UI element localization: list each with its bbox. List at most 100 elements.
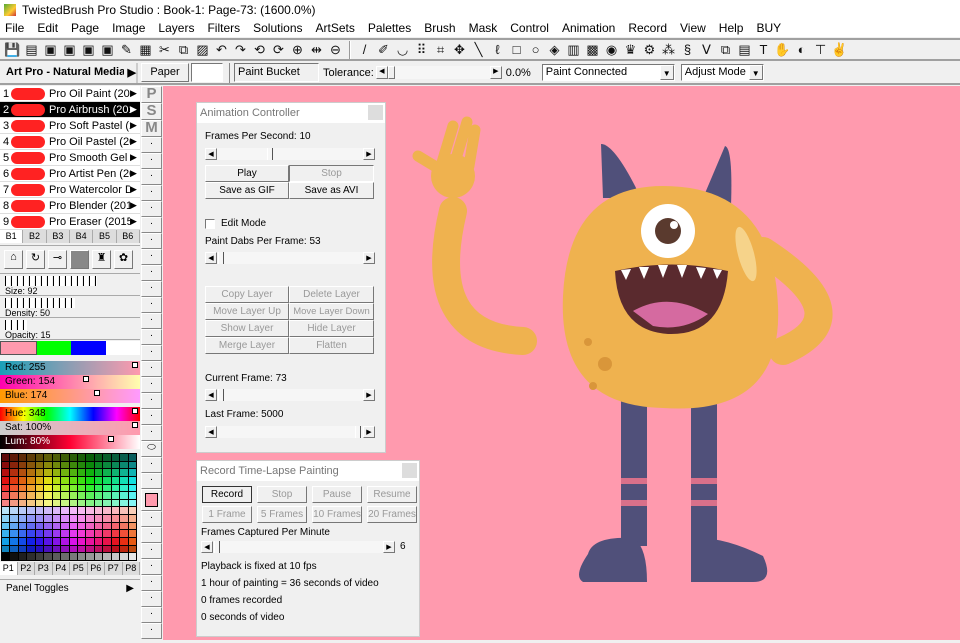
palette-swatch[interactable]	[52, 454, 61, 461]
slider-handle[interactable]	[132, 408, 138, 414]
palette-swatch[interactable]	[77, 461, 86, 469]
palette-swatch[interactable]	[77, 476, 86, 484]
palette-swatch[interactable]	[120, 507, 128, 515]
palette-swatch[interactable]	[2, 538, 10, 545]
green-slider[interactable]: Green: 154	[0, 375, 140, 389]
scatter-icon[interactable]: ⁂	[659, 41, 678, 59]
palette-swatch[interactable]	[18, 553, 27, 560]
resume-button[interactable]: Resume	[367, 486, 417, 503]
palette-swatch[interactable]	[77, 454, 86, 461]
flatten-button[interactable]: Flatten	[289, 337, 374, 354]
twenty-frames-button[interactable]: 20 Frames	[367, 506, 417, 523]
shape-icon[interactable]: ⌂	[4, 250, 23, 269]
palette-swatch[interactable]	[44, 515, 52, 522]
palette-swatch[interactable]	[103, 492, 111, 499]
palette-swatch[interactable]	[120, 553, 128, 560]
palette-swatch[interactable]	[111, 484, 120, 492]
palette-swatch[interactable]	[61, 553, 69, 560]
palette-swatch[interactable]	[18, 469, 27, 476]
tab-p6[interactable]: P6	[88, 562, 105, 575]
close-button[interactable]	[368, 105, 383, 120]
tab-b1[interactable]: B1	[0, 230, 24, 243]
palette-swatch[interactable]	[61, 530, 69, 538]
palette-swatch[interactable]	[86, 484, 94, 492]
palette-swatch[interactable]	[69, 492, 77, 499]
rectangle-icon[interactable]: □	[507, 41, 526, 59]
palette-swatch[interactable]	[103, 553, 111, 560]
zoom-in-icon[interactable]: ⊕	[288, 41, 307, 59]
palette-swatch[interactable]	[128, 507, 136, 515]
palette-swatch[interactable]	[128, 515, 136, 522]
palette-swatch[interactable]	[69, 530, 77, 538]
palette-swatch[interactable]	[128, 492, 136, 499]
blue-slider[interactable]: Blue: 174	[0, 389, 140, 403]
tab-p3[interactable]: P3	[35, 562, 53, 575]
palette-swatch[interactable]	[18, 461, 27, 469]
pause-button[interactable]: Pause	[312, 486, 362, 503]
text-icon[interactable]: T	[754, 41, 773, 59]
hand-icon[interactable]: ✋	[773, 41, 792, 59]
brush-item[interactable]: 1 Pro Oil Paint (2015)▶	[0, 86, 140, 102]
palette-swatch[interactable]	[120, 538, 128, 545]
lasso-icon[interactable]: ℓ	[488, 41, 507, 59]
palette-swatch[interactable]	[111, 515, 120, 522]
palette-swatch[interactable]	[69, 553, 77, 560]
palette-swatch[interactable]	[27, 469, 35, 476]
layers-icon[interactable]: ▦	[136, 41, 155, 59]
palette-swatch[interactable]	[35, 492, 44, 499]
slider-thumb[interactable]	[218, 389, 224, 401]
palette-swatch[interactable]	[18, 522, 27, 530]
palette-swatch[interactable]	[103, 515, 111, 522]
palette-swatch[interactable]	[52, 461, 61, 469]
palette-swatch[interactable]	[10, 515, 18, 522]
palette-swatch[interactable]	[86, 553, 94, 560]
eyedropper-icon[interactable]: ✐	[374, 41, 393, 59]
palette-swatch[interactable]	[27, 530, 35, 538]
palette-swatch[interactable]	[61, 515, 69, 522]
show-layer-button[interactable]: Show Layer	[205, 320, 289, 337]
palette-swatch[interactable]	[103, 484, 111, 492]
scroll-left-icon[interactable]: ◀	[205, 148, 217, 160]
save-icon[interactable]: 💾	[3, 41, 22, 59]
chevron-right-icon[interactable]: ▶	[130, 136, 140, 147]
palette-swatch[interactable]	[10, 499, 18, 507]
merge-layer-button[interactable]: Merge Layer	[205, 337, 289, 354]
panel-toggle-p[interactable]: P	[141, 86, 162, 103]
palette-swatch[interactable]	[111, 461, 120, 469]
palette-swatch[interactable]	[10, 522, 18, 530]
palette-swatch[interactable]	[120, 499, 128, 507]
palette-swatch[interactable]	[111, 522, 120, 530]
palette-swatch[interactable]	[27, 507, 35, 515]
palette-swatch[interactable]	[69, 454, 77, 461]
menu-brush[interactable]: Brush	[424, 21, 455, 35]
palette-swatch[interactable]	[10, 454, 18, 461]
panel-toggle[interactable]: ·	[141, 409, 162, 425]
menu-file[interactable]: File	[5, 21, 24, 35]
color-palette[interactable]	[1, 453, 137, 561]
palette-swatch[interactable]	[10, 461, 18, 469]
palette-swatch[interactable]	[44, 492, 52, 499]
stop-button[interactable]: Stop	[289, 165, 374, 182]
panel-toggle[interactable]: ·	[141, 185, 162, 201]
chevron-right-icon[interactable]: ▶	[130, 88, 140, 99]
menu-solutions[interactable]: Solutions	[253, 21, 302, 35]
palette-swatch[interactable]	[103, 476, 111, 484]
palette-swatch[interactable]	[27, 515, 35, 522]
panel-toggle[interactable]: ·	[141, 201, 162, 217]
slider-handle[interactable]	[94, 390, 100, 396]
palette-swatch[interactable]	[35, 515, 44, 522]
palette-swatch[interactable]	[77, 507, 86, 515]
save-as-avi-button[interactable]: Save as AVI	[289, 182, 374, 199]
palette-swatch[interactable]	[10, 484, 18, 492]
panel-toggle[interactable]: ·	[141, 329, 162, 345]
palette-swatch[interactable]	[2, 469, 10, 476]
palette-swatch[interactable]	[120, 476, 128, 484]
panel-toggle[interactable]: ·	[141, 249, 162, 265]
tab-p1[interactable]: P1	[0, 562, 18, 575]
panel-toggle[interactable]: ·	[141, 559, 162, 575]
palette-swatch[interactable]	[94, 515, 103, 522]
brush-icon[interactable]: /	[355, 41, 374, 59]
palette-swatch[interactable]	[86, 499, 94, 507]
save-as-gif-button[interactable]: Save as GIF	[205, 182, 289, 199]
scroll-right-icon[interactable]: ▶	[363, 252, 375, 264]
